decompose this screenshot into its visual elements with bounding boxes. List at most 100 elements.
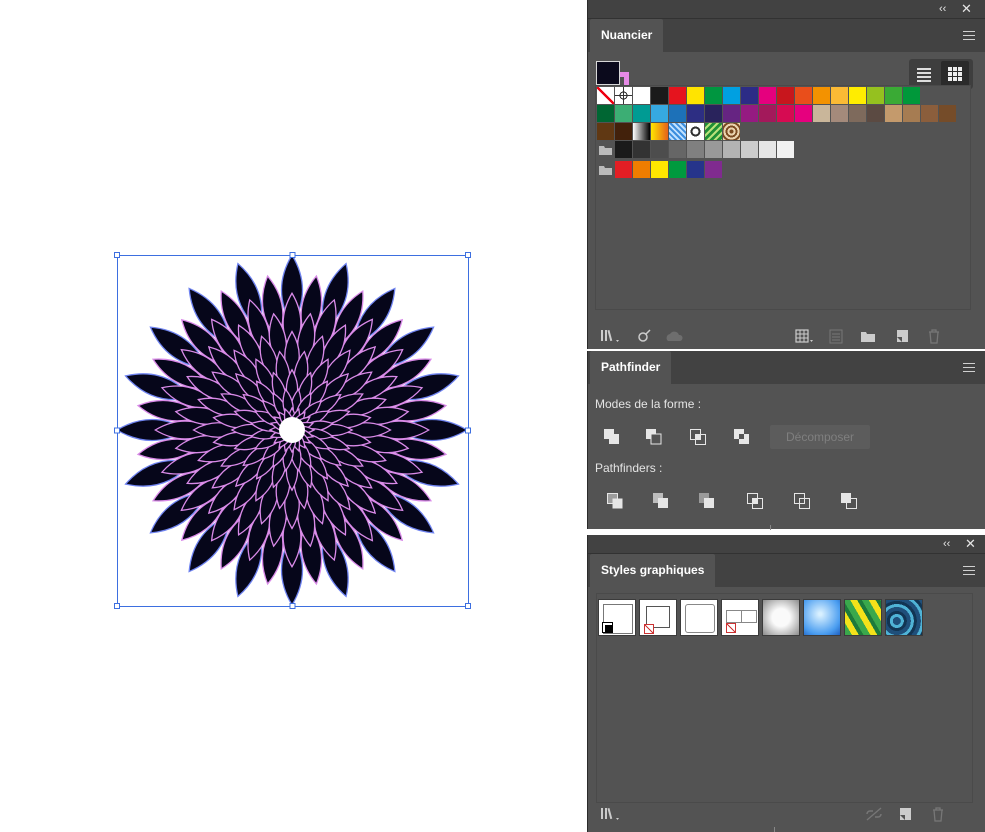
swatch-gray-8[interactable] (759, 141, 776, 158)
swatch-r2-2[interactable] (633, 105, 650, 122)
graphic-style-split[interactable] (721, 599, 759, 636)
swatch-r1-3[interactable] (651, 87, 668, 104)
swatch-r1-1[interactable] (615, 87, 632, 104)
swatch-r2-15[interactable] (867, 105, 884, 122)
swatch-gray-0[interactable] (615, 141, 632, 158)
swatch-r3-2[interactable] (633, 123, 650, 140)
swatch-r1-10[interactable] (777, 87, 794, 104)
swatch-r2-9[interactable] (759, 105, 776, 122)
swatch-r1-9[interactable] (759, 87, 776, 104)
fill-color-box[interactable] (596, 61, 620, 85)
divide-icon[interactable] (605, 491, 625, 511)
crop-icon[interactable] (745, 491, 765, 511)
resize-grip[interactable] (770, 525, 797, 530)
swatch-r2-3[interactable] (651, 105, 668, 122)
collapse-icon[interactable]: ‹‹ (939, 0, 946, 18)
swatch-r3-5[interactable] (687, 123, 704, 140)
graphic-style-blue-swirl[interactable] (885, 599, 923, 636)
swatch-r1-5[interactable] (687, 87, 704, 104)
swatch-r3-7[interactable] (723, 123, 740, 140)
flower-artwork[interactable] (0, 0, 587, 832)
close-icon[interactable]: ✕ (965, 535, 976, 553)
swatch-r2-11[interactable] (795, 105, 812, 122)
grid-view-icon[interactable] (941, 61, 969, 87)
swatch-r2-6[interactable] (705, 105, 722, 122)
swatch-r2-14[interactable] (849, 105, 866, 122)
swatch-gray-6[interactable] (723, 141, 740, 158)
swatch-r2-13[interactable] (831, 105, 848, 122)
exclude-icon[interactable] (732, 427, 752, 447)
merge-icon[interactable] (697, 491, 717, 511)
show-swatch-kinds-icon[interactable] (794, 328, 816, 344)
new-swatch-icon[interactable] (894, 328, 910, 344)
swatch-r1-7[interactable] (723, 87, 740, 104)
swatch-r1-16[interactable] (885, 87, 902, 104)
color-group-folder-icon[interactable] (597, 141, 614, 158)
swatch-bright-5[interactable] (705, 161, 722, 178)
swatch-r3-0[interactable] (597, 123, 614, 140)
selection-handle[interactable] (465, 427, 471, 434)
trim-icon[interactable] (651, 491, 671, 511)
graphic-style-green-yellow-pattern[interactable] (844, 599, 882, 636)
tab-swatches[interactable]: Nuancier (590, 19, 664, 52)
swatch-gray-2[interactable] (651, 141, 668, 158)
selection-handle[interactable] (114, 603, 120, 609)
swatch-r3-3[interactable] (651, 123, 668, 140)
new-color-group-icon[interactable] (860, 328, 876, 344)
swatch-r2-10[interactable] (777, 105, 794, 122)
swatch-gray-5[interactable] (705, 141, 722, 158)
resize-grip[interactable] (774, 827, 801, 832)
swatch-gray-4[interactable] (687, 141, 704, 158)
swatch-r2-17[interactable] (903, 105, 920, 122)
graphic-style-soft-shadow[interactable] (762, 599, 800, 636)
unite-icon[interactable] (602, 427, 622, 447)
swatch-r1-8[interactable] (741, 87, 758, 104)
swatch-r1-6[interactable] (705, 87, 722, 104)
minus-back-icon[interactable] (839, 491, 859, 511)
panel-menu-icon[interactable] (963, 563, 975, 577)
selection-handle[interactable] (465, 252, 471, 258)
selection-handle[interactable] (114, 252, 120, 258)
swatch-r2-16[interactable] (885, 105, 902, 122)
swatch-r1-15[interactable] (867, 87, 884, 104)
collapse-icon[interactable]: ‹‹ (943, 535, 950, 553)
swatch-r1-0[interactable] (597, 87, 614, 104)
close-icon[interactable]: ✕ (961, 0, 972, 18)
new-graphic-style-icon[interactable] (897, 806, 913, 822)
graphic-style-white[interactable] (680, 599, 718, 636)
panel-menu-icon[interactable] (963, 360, 975, 374)
swatch-r1-14[interactable] (849, 87, 866, 104)
swatch-r2-19[interactable] (939, 105, 956, 122)
intersect-icon[interactable] (688, 427, 708, 447)
swatch-gray-7[interactable] (741, 141, 758, 158)
expand-button[interactable]: Décomposer (770, 425, 870, 449)
swatch-bright-2[interactable] (651, 161, 668, 178)
color-group-folder-icon[interactable] (597, 161, 614, 178)
swatch-r2-0[interactable] (597, 105, 614, 122)
swatch-r3-6[interactable] (705, 123, 722, 140)
swatch-gray-3[interactable] (669, 141, 686, 158)
selection-handle[interactable] (289, 252, 296, 258)
swatch-r2-8[interactable] (741, 105, 758, 122)
swatch-gray-1[interactable] (633, 141, 650, 158)
swatch-bright-4[interactable] (687, 161, 704, 178)
swatch-r1-2[interactable] (633, 87, 650, 104)
swatch-r2-1[interactable] (615, 105, 632, 122)
swatch-gray-9[interactable] (777, 141, 794, 158)
selection-handle[interactable] (465, 603, 471, 609)
graphic-style-libraries-icon[interactable] (600, 806, 624, 822)
swatch-r3-1[interactable] (615, 123, 632, 140)
swatch-r3-4[interactable] (669, 123, 686, 140)
swatch-r1-4[interactable] (669, 87, 686, 104)
swatch-r2-4[interactable] (669, 105, 686, 122)
swatch-r2-5[interactable] (687, 105, 704, 122)
swatch-r2-7[interactable] (723, 105, 740, 122)
swatch-r1-13[interactable] (831, 87, 848, 104)
swatch-bright-3[interactable] (669, 161, 686, 178)
graphic-style-no-fill[interactable] (639, 599, 677, 636)
minus-front-icon[interactable] (644, 427, 664, 447)
selection-handle[interactable] (114, 427, 120, 434)
graphic-style-blue-glow[interactable] (803, 599, 841, 636)
swatch-r1-12[interactable] (813, 87, 830, 104)
artboard[interactable] (0, 0, 587, 832)
